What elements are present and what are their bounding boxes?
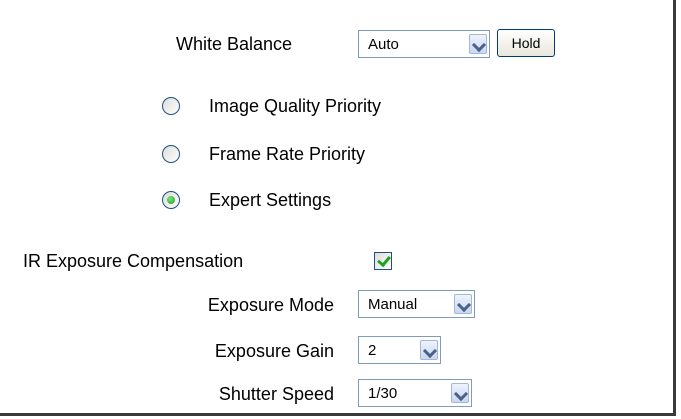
shutter-speed-value: 1/30 xyxy=(368,385,398,402)
frame-rate-priority-label[interactable]: Frame Rate Priority xyxy=(209,143,365,165)
chevron-down-icon[interactable] xyxy=(454,294,472,314)
exposure-mode-label: Exposure Mode xyxy=(207,295,334,315)
exposure-gain-select[interactable]: 2 xyxy=(358,336,441,364)
radio-expert-settings[interactable] xyxy=(162,191,180,209)
exposure-mode-value: Manual xyxy=(368,296,418,313)
chevron-down-icon[interactable] xyxy=(420,340,438,360)
chevron-down-icon[interactable] xyxy=(451,383,469,403)
radio-image-quality-priority[interactable] xyxy=(162,97,180,115)
exposure-gain-value: 2 xyxy=(368,342,377,359)
exposure-gain-label: Exposure Gain xyxy=(214,341,334,361)
radio-frame-rate-priority[interactable] xyxy=(162,145,180,163)
ir-exposure-compensation-label: IR Exposure Compensation xyxy=(23,251,244,271)
white-balance-value: Auto xyxy=(368,36,399,53)
white-balance-label: White Balance xyxy=(176,34,293,54)
shutter-speed-select[interactable]: 1/30 xyxy=(358,379,472,407)
ir-exposure-compensation-checkbox[interactable] xyxy=(374,252,392,270)
white-balance-select[interactable]: Auto xyxy=(358,30,490,58)
exposure-mode-select[interactable]: Manual xyxy=(358,290,475,318)
checkmark-icon xyxy=(377,252,391,268)
shutter-speed-label: Shutter Speed xyxy=(218,384,334,404)
expert-settings-label[interactable]: Expert Settings xyxy=(209,189,331,211)
hold-button[interactable]: Hold xyxy=(497,29,555,57)
settings-panel xyxy=(0,0,676,416)
chevron-down-icon[interactable] xyxy=(469,34,487,54)
image-quality-priority-label[interactable]: Image Quality Priority xyxy=(209,95,381,117)
